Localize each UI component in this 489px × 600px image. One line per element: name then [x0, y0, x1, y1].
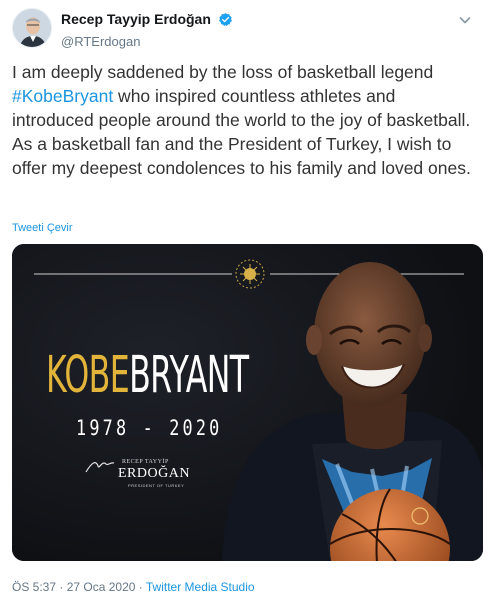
signature-surname: ERDOĞAN	[118, 466, 190, 481]
life-years: 1978 - 2020	[76, 416, 223, 440]
author-display-name[interactable]: Recep Tayyip Erdoğan	[61, 10, 211, 28]
title-first-name: KOBE	[46, 346, 130, 405]
user-avatar-icon	[13, 9, 51, 47]
signature-first-names: RECEP TAYYİP	[122, 459, 169, 465]
avatar[interactable]	[12, 8, 52, 48]
verified-badge-icon	[218, 12, 233, 32]
tweet-footer: ÖS 5:37 · 27 Oca 2020 · Twitter Media St…	[12, 580, 255, 594]
title-last-name: BRYANT	[129, 346, 249, 405]
tweet-text-before: I am deeply saddened by the loss of bask…	[12, 62, 434, 82]
author-handle[interactable]: @RTErdogan	[61, 33, 233, 51]
hashtag-link[interactable]: #KobeBryant	[12, 86, 113, 106]
author-names: Recep Tayyip Erdoğan @RTErdogan	[61, 10, 233, 51]
tweet-text: I am deeply saddened by the loss of bask…	[12, 60, 480, 180]
tweet-media-image[interactable]: KOBEBRYANT 1978 - 2020 RECEP TAYYİP ERDO…	[12, 244, 483, 561]
tweet-source-link[interactable]: Twitter Media Studio	[146, 580, 255, 594]
chevron-down-icon[interactable]	[457, 12, 473, 28]
signature-role: PRESIDENT OF TURKEY	[128, 483, 185, 488]
kobe-bryant-title: KOBEBRYANT	[46, 346, 249, 406]
tweet-header: Recep Tayyip Erdoğan @RTErdogan	[12, 8, 477, 51]
translate-tweet-link[interactable]: Tweeti Çevir	[12, 222, 73, 234]
tweet-timestamp[interactable]: ÖS 5:37 · 27 Oca 2020 ·	[12, 580, 146, 594]
